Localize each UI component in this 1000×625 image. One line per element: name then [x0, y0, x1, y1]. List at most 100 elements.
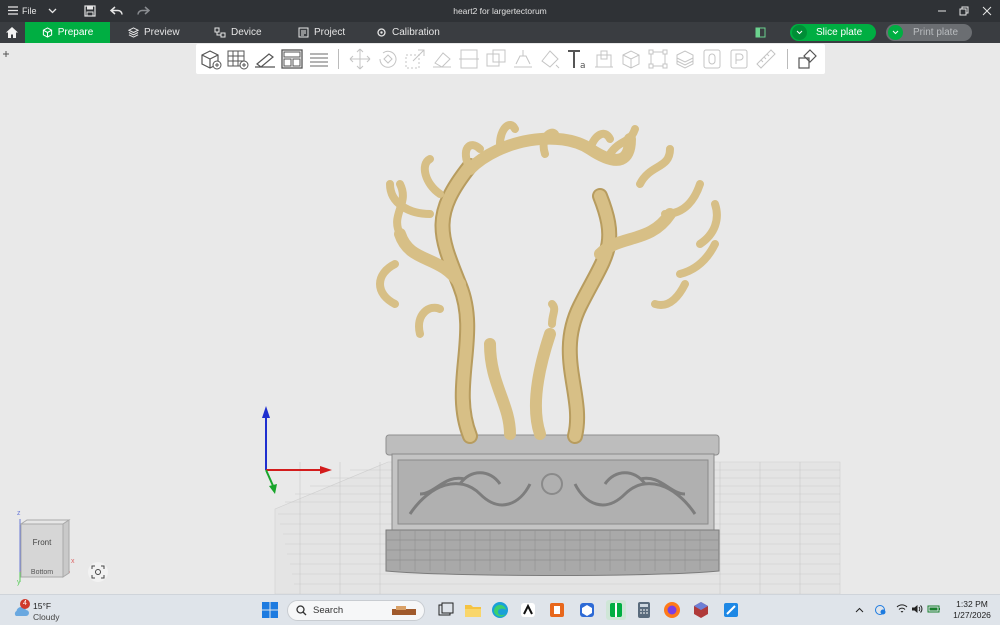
mmu-icon[interactable] [727, 47, 751, 71]
edge-button[interactable] [490, 600, 510, 620]
seam-icon[interactable] [700, 47, 724, 71]
tab-calibration-label: Calibration [392, 27, 440, 38]
toolbar-divider [338, 49, 339, 69]
volume-icon[interactable] [911, 604, 923, 616]
wifi-icon[interactable] [896, 604, 908, 616]
close-button[interactable] [982, 0, 992, 22]
slice-plate-label: Slice plate [816, 27, 863, 38]
support-paint-icon[interactable] [511, 47, 535, 71]
file-dropdown-button[interactable] [48, 0, 57, 22]
ruler-icon[interactable] [754, 47, 778, 71]
app-button-1[interactable] [518, 600, 538, 620]
3d-viewport[interactable]: Front Bottom z x y [0, 74, 1000, 595]
tab-prepare-label: Prepare [57, 27, 94, 38]
chevron-up-icon [855, 607, 864, 613]
slice-plate-button[interactable]: Slice plate [790, 24, 876, 41]
home-button[interactable] [0, 22, 24, 43]
emboss-icon[interactable] [592, 47, 616, 71]
window-title: heart2 for largertectorum [453, 6, 547, 16]
scale-icon[interactable] [403, 47, 427, 71]
tab-preview-label: Preview [144, 27, 180, 38]
auto-orient-icon[interactable] [253, 47, 277, 71]
search-icon [296, 605, 307, 616]
plate-settings-icon [755, 27, 766, 38]
text-icon[interactable]: a [565, 47, 589, 71]
tray-app-icon[interactable] [874, 604, 887, 617]
save-icon [84, 5, 96, 17]
file-explorer-button[interactable] [463, 600, 483, 620]
tab-project[interactable]: Project [288, 22, 355, 43]
plate-settings-button[interactable] [750, 22, 771, 43]
variable-layer-icon[interactable] [673, 47, 697, 71]
print-dropdown-icon[interactable] [888, 25, 903, 40]
app-button-2[interactable] [547, 600, 567, 620]
onedrive-icon [875, 605, 886, 615]
app-icon [521, 603, 535, 617]
add-plate-icon[interactable] [226, 47, 250, 71]
assemble-view-icon[interactable] [796, 47, 820, 71]
toolbar-divider-2 [787, 49, 788, 69]
arrange-icon[interactable] [280, 47, 304, 71]
viewcube-bottom-label: Bottom [30, 569, 54, 575]
lay-on-face-icon[interactable] [430, 47, 454, 71]
minimize-button[interactable] [937, 0, 947, 22]
weather-widget[interactable]: 4 15°F Cloudy [12, 598, 82, 624]
taskbar-search[interactable]: Search [287, 600, 425, 621]
model-tree[interactable] [376, 121, 721, 444]
edge-icon [492, 602, 508, 618]
bambu-studio-icon [610, 603, 622, 617]
viewcube-x-label: x [71, 558, 75, 565]
print-plate-label: Print plate [913, 27, 959, 38]
calculator-button[interactable] [634, 600, 654, 620]
firefox-button[interactable] [662, 600, 682, 620]
redo-button[interactable] [137, 0, 150, 22]
assembly-icon[interactable] [619, 47, 643, 71]
tab-prepare[interactable]: Prepare [25, 22, 110, 43]
app-icon [694, 602, 708, 618]
windows-icon [262, 602, 278, 618]
measure-frame-icon[interactable] [646, 47, 670, 71]
start-button[interactable] [260, 600, 280, 620]
file-menu-button[interactable]: File [8, 0, 37, 22]
undo-icon [110, 6, 123, 15]
task-view-button[interactable] [436, 600, 456, 620]
move-icon[interactable] [348, 47, 372, 71]
zoom-to-fit-button[interactable] [88, 562, 108, 582]
project-icon [298, 27, 309, 38]
tab-device[interactable]: Device [204, 22, 272, 43]
app-icon [724, 603, 738, 617]
search-label: Search [313, 605, 344, 616]
show-hidden-icons-button[interactable] [855, 605, 864, 615]
app-button-3[interactable] [577, 600, 597, 620]
hamburger-menu-icon [8, 5, 18, 17]
weather-badge: 4 [20, 599, 30, 609]
color-paint-icon[interactable] [538, 47, 562, 71]
undo-button[interactable] [110, 0, 123, 22]
cut-icon[interactable] [457, 47, 481, 71]
file-menu-label: File [22, 6, 37, 16]
clock[interactable]: 1:32 PM 1/27/2026 [948, 599, 996, 621]
coordinate-axes [262, 406, 332, 494]
boolean-icon[interactable] [484, 47, 508, 71]
object-toolbar: a [196, 44, 825, 74]
slice-dropdown-icon[interactable] [792, 25, 807, 40]
restore-button[interactable] [959, 0, 969, 22]
app-button-5[interactable] [721, 600, 741, 620]
cube-icon [42, 27, 52, 38]
tab-calibration[interactable]: Calibration [366, 22, 450, 43]
folder-icon [465, 605, 481, 617]
add-object-icon[interactable] [199, 47, 223, 71]
save-button[interactable] [84, 0, 96, 22]
tab-preview[interactable]: Preview [118, 22, 190, 43]
print-plate-button[interactable]: Print plate [886, 24, 972, 41]
task-view-icon [438, 602, 454, 616]
rotate-icon[interactable] [376, 47, 400, 71]
battery-icon[interactable] [927, 604, 941, 616]
calibration-icon [377, 28, 386, 37]
model-base[interactable] [385, 434, 720, 576]
app-button-4[interactable] [691, 600, 711, 620]
split-layers-icon[interactable] [307, 47, 331, 71]
sidebar-toggle-icon[interactable] [2, 45, 10, 57]
bambu-studio-button[interactable] [606, 600, 626, 620]
device-icon [214, 27, 226, 38]
